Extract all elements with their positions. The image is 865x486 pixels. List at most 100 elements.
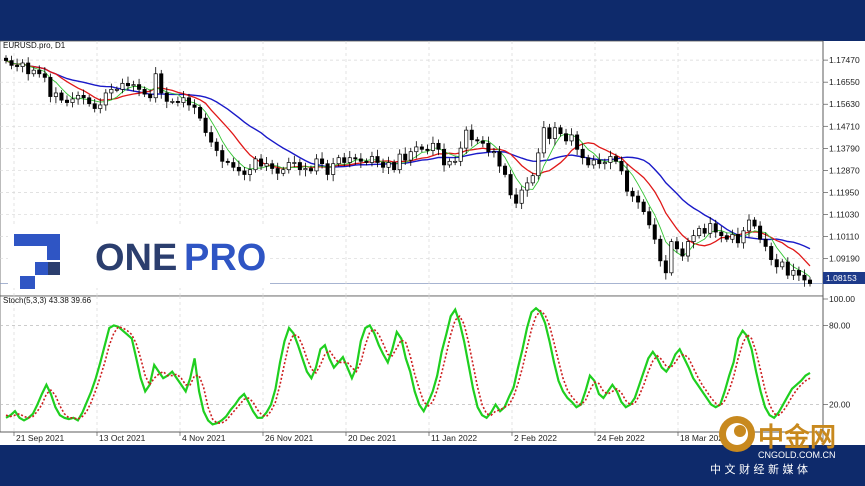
stoch-tick-label: 80.00 xyxy=(829,320,851,330)
candle-bear xyxy=(297,162,302,171)
candle-bear xyxy=(214,141,219,151)
price-tick-label: 1.12870 xyxy=(829,165,860,175)
candle-bull xyxy=(70,98,75,103)
price-tick-label: 1.11030 xyxy=(829,210,859,220)
candle-bull xyxy=(414,146,419,153)
candle-bear xyxy=(647,211,652,226)
candle-bear xyxy=(575,134,580,150)
candle-bear xyxy=(630,190,635,197)
candle-bear xyxy=(125,83,130,87)
candle-bear xyxy=(419,146,424,150)
candle-bear xyxy=(392,162,397,171)
date-tick-label: 21 Sep 2021 xyxy=(16,433,64,443)
candle-bull xyxy=(170,101,175,103)
candle-bear xyxy=(514,194,519,204)
candle-bull xyxy=(109,89,114,94)
price-tick-label: 1.13790 xyxy=(829,143,860,153)
candle-bear xyxy=(192,104,197,108)
candle-bull xyxy=(181,97,186,103)
candle-bull xyxy=(292,162,297,164)
candle-bull xyxy=(76,95,81,100)
candle-bull xyxy=(369,156,374,163)
candle-bear xyxy=(658,238,663,262)
candle-bear xyxy=(381,162,386,168)
candle-bear xyxy=(48,77,53,97)
candle-bear xyxy=(242,170,247,175)
date-axis: 21 Sep 2021 13 Oct 2021 4 Nov 2021 26 Nov 2… xyxy=(13,432,728,443)
candle-bull xyxy=(430,142,435,151)
candle-bear xyxy=(37,69,42,75)
candle-bear xyxy=(547,127,552,139)
candle-bear xyxy=(702,228,707,234)
candle-bear xyxy=(796,270,801,276)
candle-bull xyxy=(331,163,336,175)
candle-bull xyxy=(408,151,413,161)
candle-bull xyxy=(281,169,286,174)
candle-bull xyxy=(120,83,125,90)
candle-bear xyxy=(758,225,763,240)
candle-bull xyxy=(602,162,607,165)
date-tick-label: 26 Nov 2021 xyxy=(265,433,313,443)
candle-bear xyxy=(220,150,225,162)
price-axis: 1.17470 1.16550 1.15630 1.14710 1.13790 1.128… xyxy=(823,55,860,264)
candle-bear xyxy=(364,160,369,163)
stoch-panel xyxy=(0,295,824,433)
candle-bear xyxy=(735,234,740,244)
candle-bull xyxy=(669,241,674,274)
candle-bear xyxy=(403,153,408,161)
price-chart-title: EURUSD.pro, D1 xyxy=(3,41,66,50)
candle-bull xyxy=(464,129,469,149)
candle-bear xyxy=(663,260,668,274)
candle-bull xyxy=(519,189,524,204)
candle-bull xyxy=(247,169,252,175)
candle-bull xyxy=(314,158,319,172)
onepro-logo: ONE PRO xyxy=(8,226,270,289)
candle-bull xyxy=(536,152,541,177)
candle-bear xyxy=(807,279,813,284)
candle-bear xyxy=(625,170,630,192)
candle-bear xyxy=(92,103,97,109)
logo-mark-corner xyxy=(48,262,60,275)
candle-bull xyxy=(447,160,452,166)
candle-bull xyxy=(697,228,702,236)
candle-bear xyxy=(353,157,358,160)
candle-bear xyxy=(59,92,64,101)
candle-bear xyxy=(674,241,679,250)
candle-bear xyxy=(81,95,86,99)
candle-bear xyxy=(308,168,313,172)
candle-bear xyxy=(375,156,380,163)
cngold-watermark: 中金网 CNGOLD.COM.CN 中 文 财 经 新 媒 体 xyxy=(710,416,836,476)
candle-bear xyxy=(613,156,618,162)
candle-bear xyxy=(87,97,92,105)
candle-bull xyxy=(608,156,613,163)
candle-bear xyxy=(475,139,480,142)
trading-chart: 1.17470 1.16550 1.15630 1.14710 1.13790 1.128… xyxy=(0,40,865,476)
candle-bull xyxy=(780,261,785,268)
candle-bull xyxy=(131,84,136,87)
candle-bear xyxy=(3,57,9,61)
candle-bear xyxy=(358,158,363,162)
stoch-axis: 100.00 80.00 20.00 xyxy=(823,294,855,410)
candle-bull xyxy=(397,153,402,171)
price-tick-label: 1.11950 xyxy=(829,187,859,197)
candle-bull xyxy=(591,159,596,166)
candle-bear xyxy=(508,174,513,196)
date-tick-label: 4 Nov 2021 xyxy=(182,433,226,443)
candle-bull xyxy=(153,73,158,99)
candle-bull xyxy=(569,134,574,142)
candle-bear xyxy=(442,148,447,166)
candle-bear xyxy=(137,84,142,90)
candle-bear xyxy=(486,142,491,153)
candle-bear xyxy=(774,259,779,268)
price-tick-label: 1.17470 xyxy=(829,55,860,65)
price-tick-label: 1.10110 xyxy=(829,232,859,242)
candle-bear xyxy=(436,142,441,150)
candle-bear xyxy=(209,132,214,143)
candle-bear xyxy=(320,158,325,165)
candle-bull xyxy=(746,219,752,232)
candle-bear xyxy=(198,106,203,119)
date-tick-label: 13 Oct 2021 xyxy=(99,433,146,443)
current-price-label: 1.08153 xyxy=(826,273,857,283)
candle-bear xyxy=(785,261,790,276)
candle-bull xyxy=(686,241,691,257)
